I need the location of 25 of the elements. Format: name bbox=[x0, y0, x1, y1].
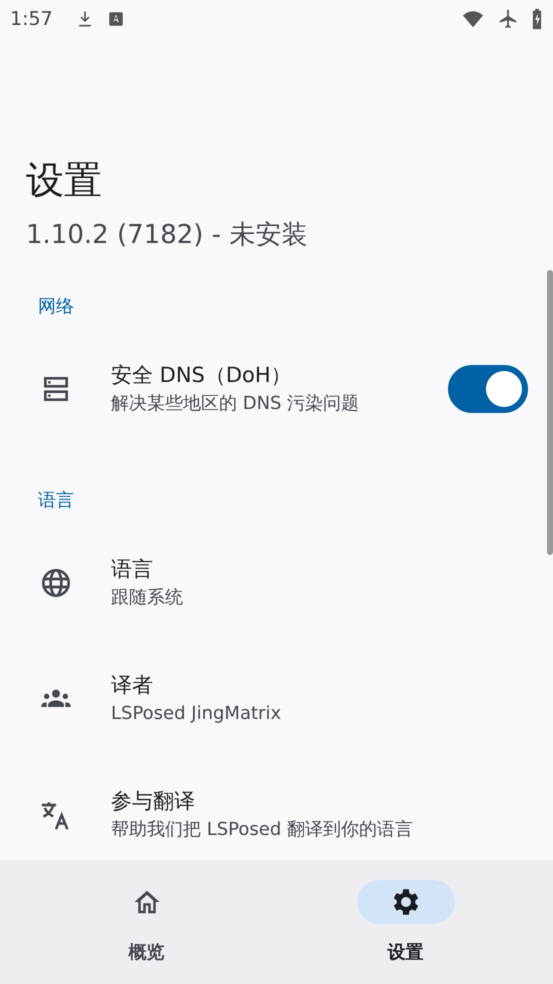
item-summary: 帮助我们把 LSPosed 翻译到你的语言 bbox=[111, 818, 414, 842]
item-title: 安全 DNS（DoH） bbox=[111, 362, 293, 389]
battery-icon bbox=[531, 8, 543, 30]
nav-tab[interactable]: 设置 bbox=[276, 860, 535, 984]
keyboard-icon bbox=[106, 10, 125, 28]
settings-item[interactable]: 参与翻译 帮助我们把 LSPosed 翻译到你的语言 bbox=[0, 757, 546, 860]
settings-item[interactable]: 语言 跟随系统 bbox=[0, 525, 546, 641]
page-title: 设置 bbox=[26, 157, 103, 204]
item-summary: 解决某些地区的 DNS 污染问题 bbox=[111, 392, 360, 416]
section-header: 网络 bbox=[37, 295, 75, 319]
item-title: 语言 bbox=[111, 556, 154, 583]
settings-item[interactable]: 安全 DNS（DoH） 解决某些地区的 DNS 污染问题 bbox=[0, 331, 546, 447]
item-title: 译者 bbox=[111, 672, 154, 699]
toggle-switch[interactable] bbox=[448, 365, 528, 413]
scrollbar[interactable] bbox=[547, 270, 553, 555]
item-summary: LSPosed JingMatrix bbox=[111, 702, 282, 726]
version-text: 1.10.2 (7182) - 未安装 bbox=[26, 219, 308, 252]
status-time: 1:57 bbox=[10, 8, 53, 30]
item-title: 参与翻译 bbox=[111, 788, 196, 815]
airplane-icon bbox=[497, 8, 519, 30]
settings-item[interactable]: 译者 LSPosed JingMatrix bbox=[0, 641, 546, 757]
section-header: 语言 bbox=[37, 489, 75, 513]
wifi-icon bbox=[461, 8, 485, 30]
nav-tab[interactable]: 概览 bbox=[17, 860, 276, 984]
item-summary: 跟随系统 bbox=[111, 586, 184, 610]
